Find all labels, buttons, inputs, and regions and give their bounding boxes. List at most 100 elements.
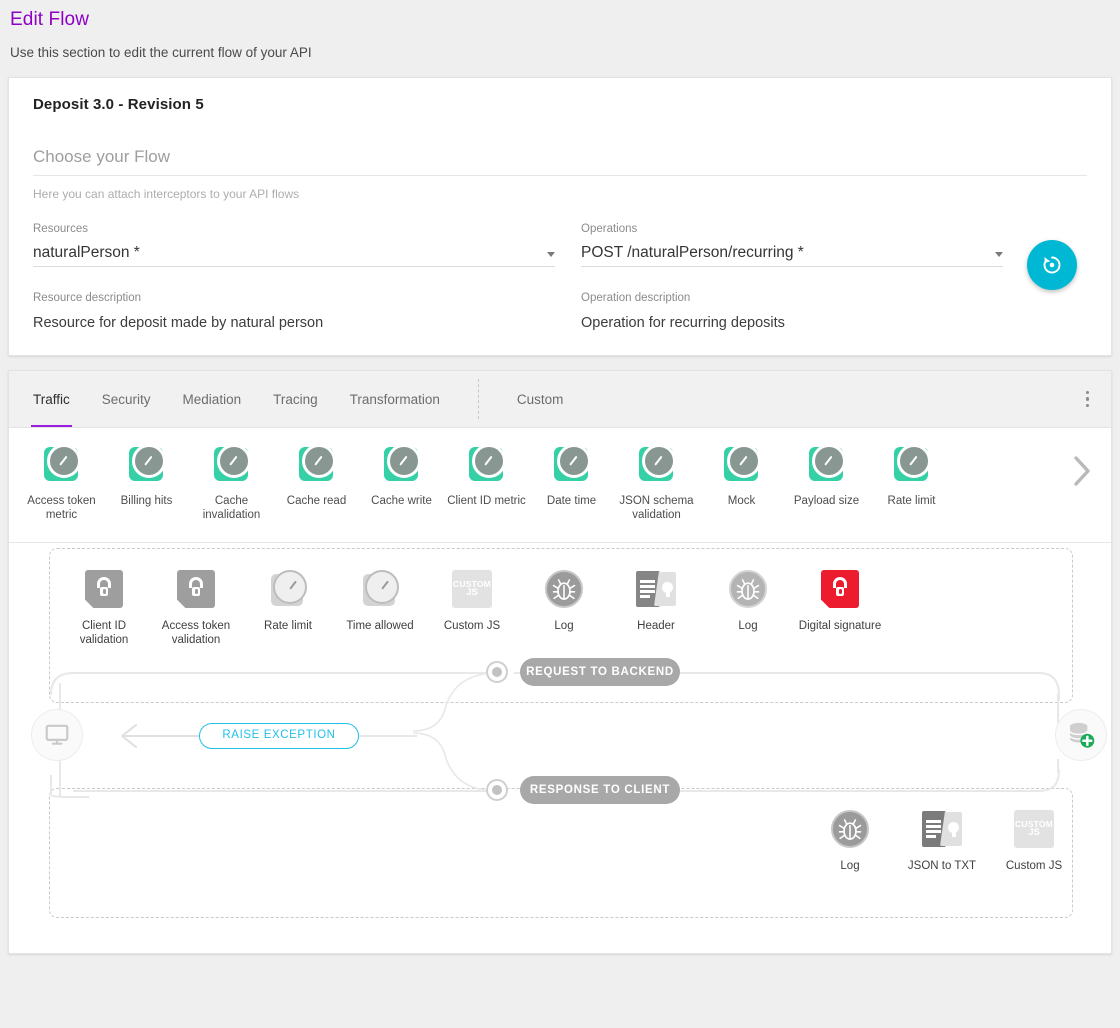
resources-value: naturalPerson * — [33, 244, 140, 262]
tab-mediation[interactable]: Mediation — [167, 371, 258, 427]
restore-flow-button[interactable] — [1027, 240, 1077, 290]
database-add-icon — [1066, 720, 1096, 750]
flow-fields-row: Resources naturalPerson * Resource descr… — [33, 222, 1087, 331]
palette-item-label: Client ID metric — [444, 494, 529, 508]
choose-flow-hint: Here you can attach interceptors to your… — [33, 187, 1087, 201]
connector-line — [357, 735, 417, 737]
gauge-icon — [297, 444, 337, 484]
gauge-icon — [42, 444, 82, 484]
page-header: Edit Flow Use this section to edit the c… — [0, 0, 1120, 61]
bug-icon — [729, 570, 767, 608]
kebab-menu-icon[interactable] — [1064, 371, 1112, 427]
operations-label: Operations — [581, 222, 1003, 236]
resources-field-group: Resources naturalPerson * Resource descr… — [33, 222, 555, 331]
flow-node-json-to-txt[interactable]: JSON to TXT — [896, 808, 988, 873]
flow-node-log-request[interactable]: Log — [518, 568, 610, 633]
gauge-icon — [269, 570, 307, 608]
palette-item[interactable]: Billing hits — [104, 444, 189, 508]
tab-traffic[interactable]: Traffic — [17, 371, 86, 427]
lock-red-icon — [821, 570, 859, 608]
palette-item[interactable]: Cache read — [274, 444, 359, 508]
flow-node-label: Time allowed — [334, 619, 426, 633]
resources-label: Resources — [33, 222, 555, 236]
custom-js-icon: CUSTOM JS — [452, 570, 492, 608]
gauge-icon — [807, 444, 847, 484]
gauge-icon — [127, 444, 167, 484]
document-icon — [636, 571, 676, 607]
flow-node-custom-js-response[interactable]: CUSTOM JS Custom JS — [988, 808, 1080, 873]
flow-node-rate-limit[interactable]: Rate limit — [242, 568, 334, 633]
palette-item[interactable]: Client ID metric — [444, 444, 529, 508]
lock-icon — [177, 570, 215, 608]
operations-select[interactable]: POST /naturalPerson/recurring * — [581, 242, 1003, 267]
tab-label: Mediation — [183, 392, 242, 407]
flow-canvas: Client ID validation Access token valida… — [9, 543, 1111, 953]
palette-item-label: Rate limit — [869, 494, 954, 508]
request-to-backend-pill[interactable]: REQUEST TO BACKEND — [520, 658, 680, 686]
palette-item[interactable]: Cache write — [359, 444, 444, 508]
tab-divider — [478, 379, 479, 419]
backend-endpoint[interactable] — [1055, 709, 1107, 761]
request-branch-marker — [486, 661, 508, 683]
connector-curve — [49, 671, 89, 695]
resource-description-label: Resource description — [33, 292, 555, 304]
tab-label: Custom — [517, 392, 564, 407]
tab-transformation[interactable]: Transformation — [334, 371, 456, 427]
flow-node-header[interactable]: Header — [610, 568, 702, 633]
exception-arrow-icon — [114, 721, 204, 751]
flow-node-time-allowed[interactable]: Time allowed — [334, 568, 426, 633]
palette-item[interactable]: Mock — [699, 444, 784, 508]
tab-label: Traffic — [33, 392, 70, 407]
flow-node-log-request-2[interactable]: Log — [702, 568, 794, 633]
flow-node-custom-js[interactable]: CUSTOM JS Custom JS — [426, 568, 518, 633]
tab-label: Security — [102, 392, 151, 407]
restore-icon — [1040, 253, 1064, 277]
palette-item[interactable]: JSON schema validation — [614, 444, 699, 522]
palette-item-label: Mock — [699, 494, 784, 508]
flow-node-label: Access token validation — [150, 619, 242, 647]
palette-item[interactable]: Cache invalidation — [189, 444, 274, 522]
connector-line — [1057, 693, 1059, 723]
connector-curve — [49, 775, 89, 799]
connector-curve — [1021, 671, 1061, 701]
tab-tracing[interactable]: Tracing — [257, 371, 334, 427]
palette-item-label: Payload size — [784, 494, 869, 508]
gauge-icon — [637, 444, 677, 484]
flow-node-digital-signature[interactable]: Digital signature — [794, 568, 886, 633]
interceptor-palette: Access token metric Billing hits Cache i… — [9, 428, 1111, 543]
lock-icon — [85, 570, 123, 608]
flow-node-log-response[interactable]: Log — [804, 808, 896, 873]
palette-item[interactable]: Date time — [529, 444, 614, 508]
gauge-icon — [361, 570, 399, 608]
response-to-client-pill[interactable]: RESPONSE TO CLIENT — [520, 776, 680, 804]
flow-node-label: Digital signature — [794, 619, 886, 633]
flow-selection-card: Deposit 3.0 - Revision 5 Choose your Flo… — [8, 77, 1112, 356]
gauge-icon — [382, 444, 422, 484]
gauge-icon — [722, 444, 762, 484]
flow-node-access-token-validation[interactable]: Access token validation — [150, 568, 242, 647]
palette-item[interactable]: Access token metric — [19, 444, 104, 522]
palette-scroll-next-button[interactable] — [1069, 454, 1095, 493]
gauge-icon — [212, 444, 252, 484]
custom-js-line2: JS — [466, 588, 478, 598]
response-branch-marker — [486, 779, 508, 801]
client-endpoint[interactable] — [31, 709, 83, 761]
tab-custom[interactable]: Custom — [501, 371, 580, 427]
resource-description-value: Resource for deposit made by natural per… — [33, 315, 555, 331]
raise-exception-pill[interactable]: RAISE EXCEPTION — [199, 723, 359, 749]
gauge-icon — [467, 444, 507, 484]
flow-node-label: Custom JS — [426, 619, 518, 633]
document-icon — [922, 811, 962, 847]
revision-title: Deposit 3.0 - Revision 5 — [33, 96, 1087, 113]
gauge-icon — [892, 444, 932, 484]
flow-node-label: JSON to TXT — [896, 859, 988, 873]
palette-item[interactable]: Rate limit — [869, 444, 954, 508]
operation-description-value: Operation for recurring deposits — [581, 315, 1003, 331]
resources-select[interactable]: naturalPerson * — [33, 242, 555, 267]
chevron-down-icon — [547, 252, 555, 257]
tab-security[interactable]: Security — [86, 371, 167, 427]
bug-icon — [545, 570, 583, 608]
palette-item-label: Access token metric — [19, 494, 104, 522]
palette-item[interactable]: Payload size — [784, 444, 869, 508]
flow-node-client-id-validation[interactable]: Client ID validation — [58, 568, 150, 647]
